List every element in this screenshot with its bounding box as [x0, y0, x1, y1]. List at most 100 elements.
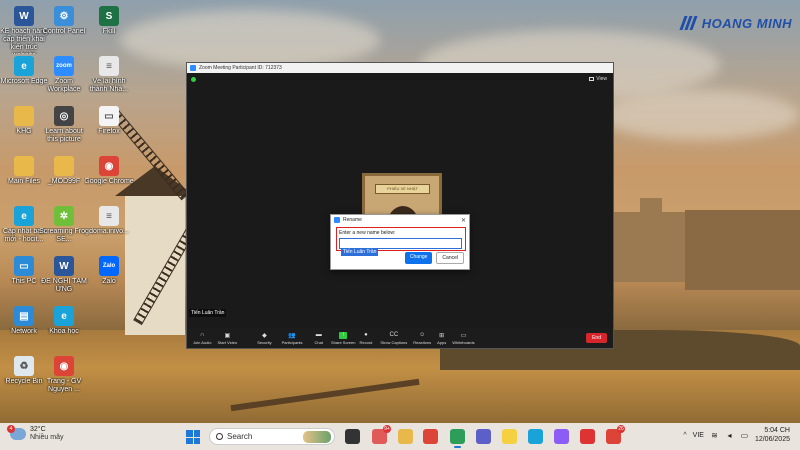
search-label: Search [227, 432, 253, 441]
apps-button[interactable]: ⊞ Apps [437, 328, 446, 348]
teams-icon[interactable] [476, 429, 491, 444]
close-icon[interactable]: ✕ [461, 217, 466, 224]
edge-icon: e [14, 206, 34, 226]
selected-name-text: Tiến Luân Trần [341, 249, 379, 256]
desktop-icon-label: Firefox [98, 128, 120, 135]
network-icon: ▤ [14, 306, 34, 326]
windows-logo-icon [186, 430, 193, 437]
desktop-icon[interactable]: ◉ Google Chrome [84, 156, 134, 186]
rename-dialog-titlebar[interactable]: Rename ✕ [331, 215, 469, 225]
desktop-icon-label: Trang - GV Nguyen ... [46, 378, 82, 393]
weather-condition: Nhiều mây [30, 434, 64, 441]
system-tray: ^ VIE ≋ ◂ ▭ 5:04 CH 12/06/2025 [683, 426, 790, 444]
zoom-icon: zoom [54, 56, 74, 76]
desktop-icon[interactable]: ◎ Learn about this picture [41, 106, 87, 144]
whiteboards-button[interactable]: ▭ Whiteboards [452, 328, 474, 348]
chrome-icon[interactable] [423, 429, 438, 444]
reactions-button[interactable]: ☺ Reactions [413, 328, 431, 348]
desktop-icon-label: ĐỀ NGHỊ TẠM ỨNG [41, 278, 87, 293]
chevron-up-icon[interactable]: ^ [683, 432, 686, 439]
shield-icon: ◆ [262, 332, 267, 339]
taskbar-search[interactable]: Search [209, 428, 335, 445]
edge-icon[interactable] [528, 429, 543, 444]
desktop-icon[interactable]: ≡ doma.inivo... [86, 206, 132, 236]
rename-dialog-title: Rename [343, 217, 362, 223]
toolbar-label: Record [359, 339, 373, 345]
security-button[interactable]: ◆ Security [257, 328, 271, 348]
recycle-bin-icon: ♻ [14, 356, 34, 376]
zoom-meeting-window[interactable]: Zoom Meeting Participant ID: 712373 View… [186, 62, 614, 349]
view-button-label: View [596, 76, 607, 82]
desktop-icon-label: Google Chrome [84, 178, 134, 185]
taskbar: 4 32°C Nhiều mây Search 9+ 26 ^ VIE ≋ ◂ ▭… [0, 423, 800, 450]
show-captions-button[interactable]: CC Show Captions [380, 328, 407, 348]
desktop-icon-label: Zalo [102, 278, 116, 285]
desktop-icon[interactable]: zoom Zoom Workplace [41, 56, 87, 94]
share-screen-icon: ↑ [339, 331, 348, 339]
hoang-minh-logo-icon [679, 14, 698, 32]
change-button[interactable]: Change [404, 252, 433, 264]
record-button[interactable]: ● Record [359, 328, 372, 348]
new-name-input[interactable]: Tiến Luân Trần [339, 238, 462, 256]
rename-prompt: Enter a new name below: [339, 230, 396, 236]
desktop-icon[interactable]: S Fkill [86, 6, 132, 36]
desktop-icon[interactable]: ✲ Screaming Frog SE... [39, 206, 89, 244]
chat-button[interactable]: ▬ Chat [315, 328, 323, 348]
notification-badge: 26 [617, 425, 625, 433]
encryption-shield-icon[interactable] [191, 77, 196, 82]
start-button[interactable] [186, 430, 200, 444]
chrome-profile-icon[interactable] [450, 429, 465, 448]
rename-dialog: Rename ✕ Enter a new name below: Tiến Lu… [330, 214, 470, 270]
desktop-icon[interactable]: e Khoa học [41, 306, 87, 336]
grid-view-icon [589, 77, 595, 81]
word-doc-icon: W [54, 256, 74, 276]
battery-icon[interactable]: ▭ [740, 431, 749, 440]
desktop-icon[interactable]: ⚙ Control Panel [41, 6, 87, 36]
sticky-notes-icon[interactable] [502, 429, 517, 444]
share-screen-button[interactable]: ↑ Share Screen [331, 328, 355, 348]
desktop-icon[interactable]: Zalo Zalo [86, 256, 132, 286]
folder-icon [14, 106, 34, 126]
word-doc-icon: W [14, 6, 34, 26]
folder-icon [14, 156, 34, 176]
taskview-icon[interactable] [345, 429, 360, 444]
cancel-button[interactable]: Cancel [436, 252, 464, 264]
search-highlight-art [303, 430, 331, 443]
view-button[interactable]: View [589, 76, 607, 82]
monitor-icon: ▭ [14, 256, 34, 276]
clock[interactable]: 5:04 CH 12/06/2025 [755, 426, 790, 444]
volume-icon[interactable]: ◂ [725, 431, 734, 440]
zoom-app-icon [190, 65, 196, 71]
start-video-button[interactable]: ▣ Start Video [217, 328, 237, 348]
wps-icon[interactable] [580, 429, 595, 444]
desktop-icon[interactable]: _MOD99F [41, 156, 87, 186]
brand-name: HOANG MINH [701, 15, 792, 31]
participants-button[interactable]: 👥 Participants [282, 328, 303, 348]
desktop-icon-label: Control Panel [42, 28, 86, 35]
end-meeting-button[interactable]: End [586, 333, 607, 343]
desktop-icon[interactable]: ≡ Về lại hình thành Nhà... [86, 56, 132, 94]
copilot-icon[interactable] [554, 429, 569, 444]
desktop-icon-label: Zoom Workplace [47, 78, 81, 93]
wifi-icon[interactable]: ≋ [710, 431, 719, 440]
desktop-icon-label: doma.inivo... [89, 228, 129, 235]
chrome-alt-icon[interactable]: 26 [606, 425, 625, 444]
join-audio-button[interactable]: ∩ Join Audio [193, 328, 211, 348]
file-explorer-icon[interactable] [398, 429, 413, 444]
zoom-titlebar[interactable]: Zoom Meeting Participant ID: 712373 [187, 63, 613, 73]
news-icon[interactable]: 9+ [372, 425, 391, 444]
weather-widget[interactable]: 4 32°C Nhiều mây [7, 425, 64, 442]
toolbar-label: Chat [314, 339, 323, 345]
weather-badge: 4 [7, 425, 15, 433]
notification-badge: 9+ [383, 425, 391, 433]
captions-icon: CC [389, 332, 399, 338]
desktop-icon[interactable]: ◉ Trang - GV Nguyen ... [41, 356, 87, 394]
desktop-icon[interactable]: ▭ Firefox [86, 106, 132, 136]
search-icon [216, 433, 223, 440]
participants-icon: 👥 [288, 332, 296, 339]
toolbar-label: Share Screen [331, 339, 356, 345]
input-language[interactable]: VIE [693, 432, 704, 439]
apps-icon: ⊞ [439, 332, 445, 339]
rename-dialog-actions: Change Cancel [404, 252, 464, 264]
desktop-icon[interactable]: W ĐỀ NGHỊ TẠM ỨNG [41, 256, 87, 294]
